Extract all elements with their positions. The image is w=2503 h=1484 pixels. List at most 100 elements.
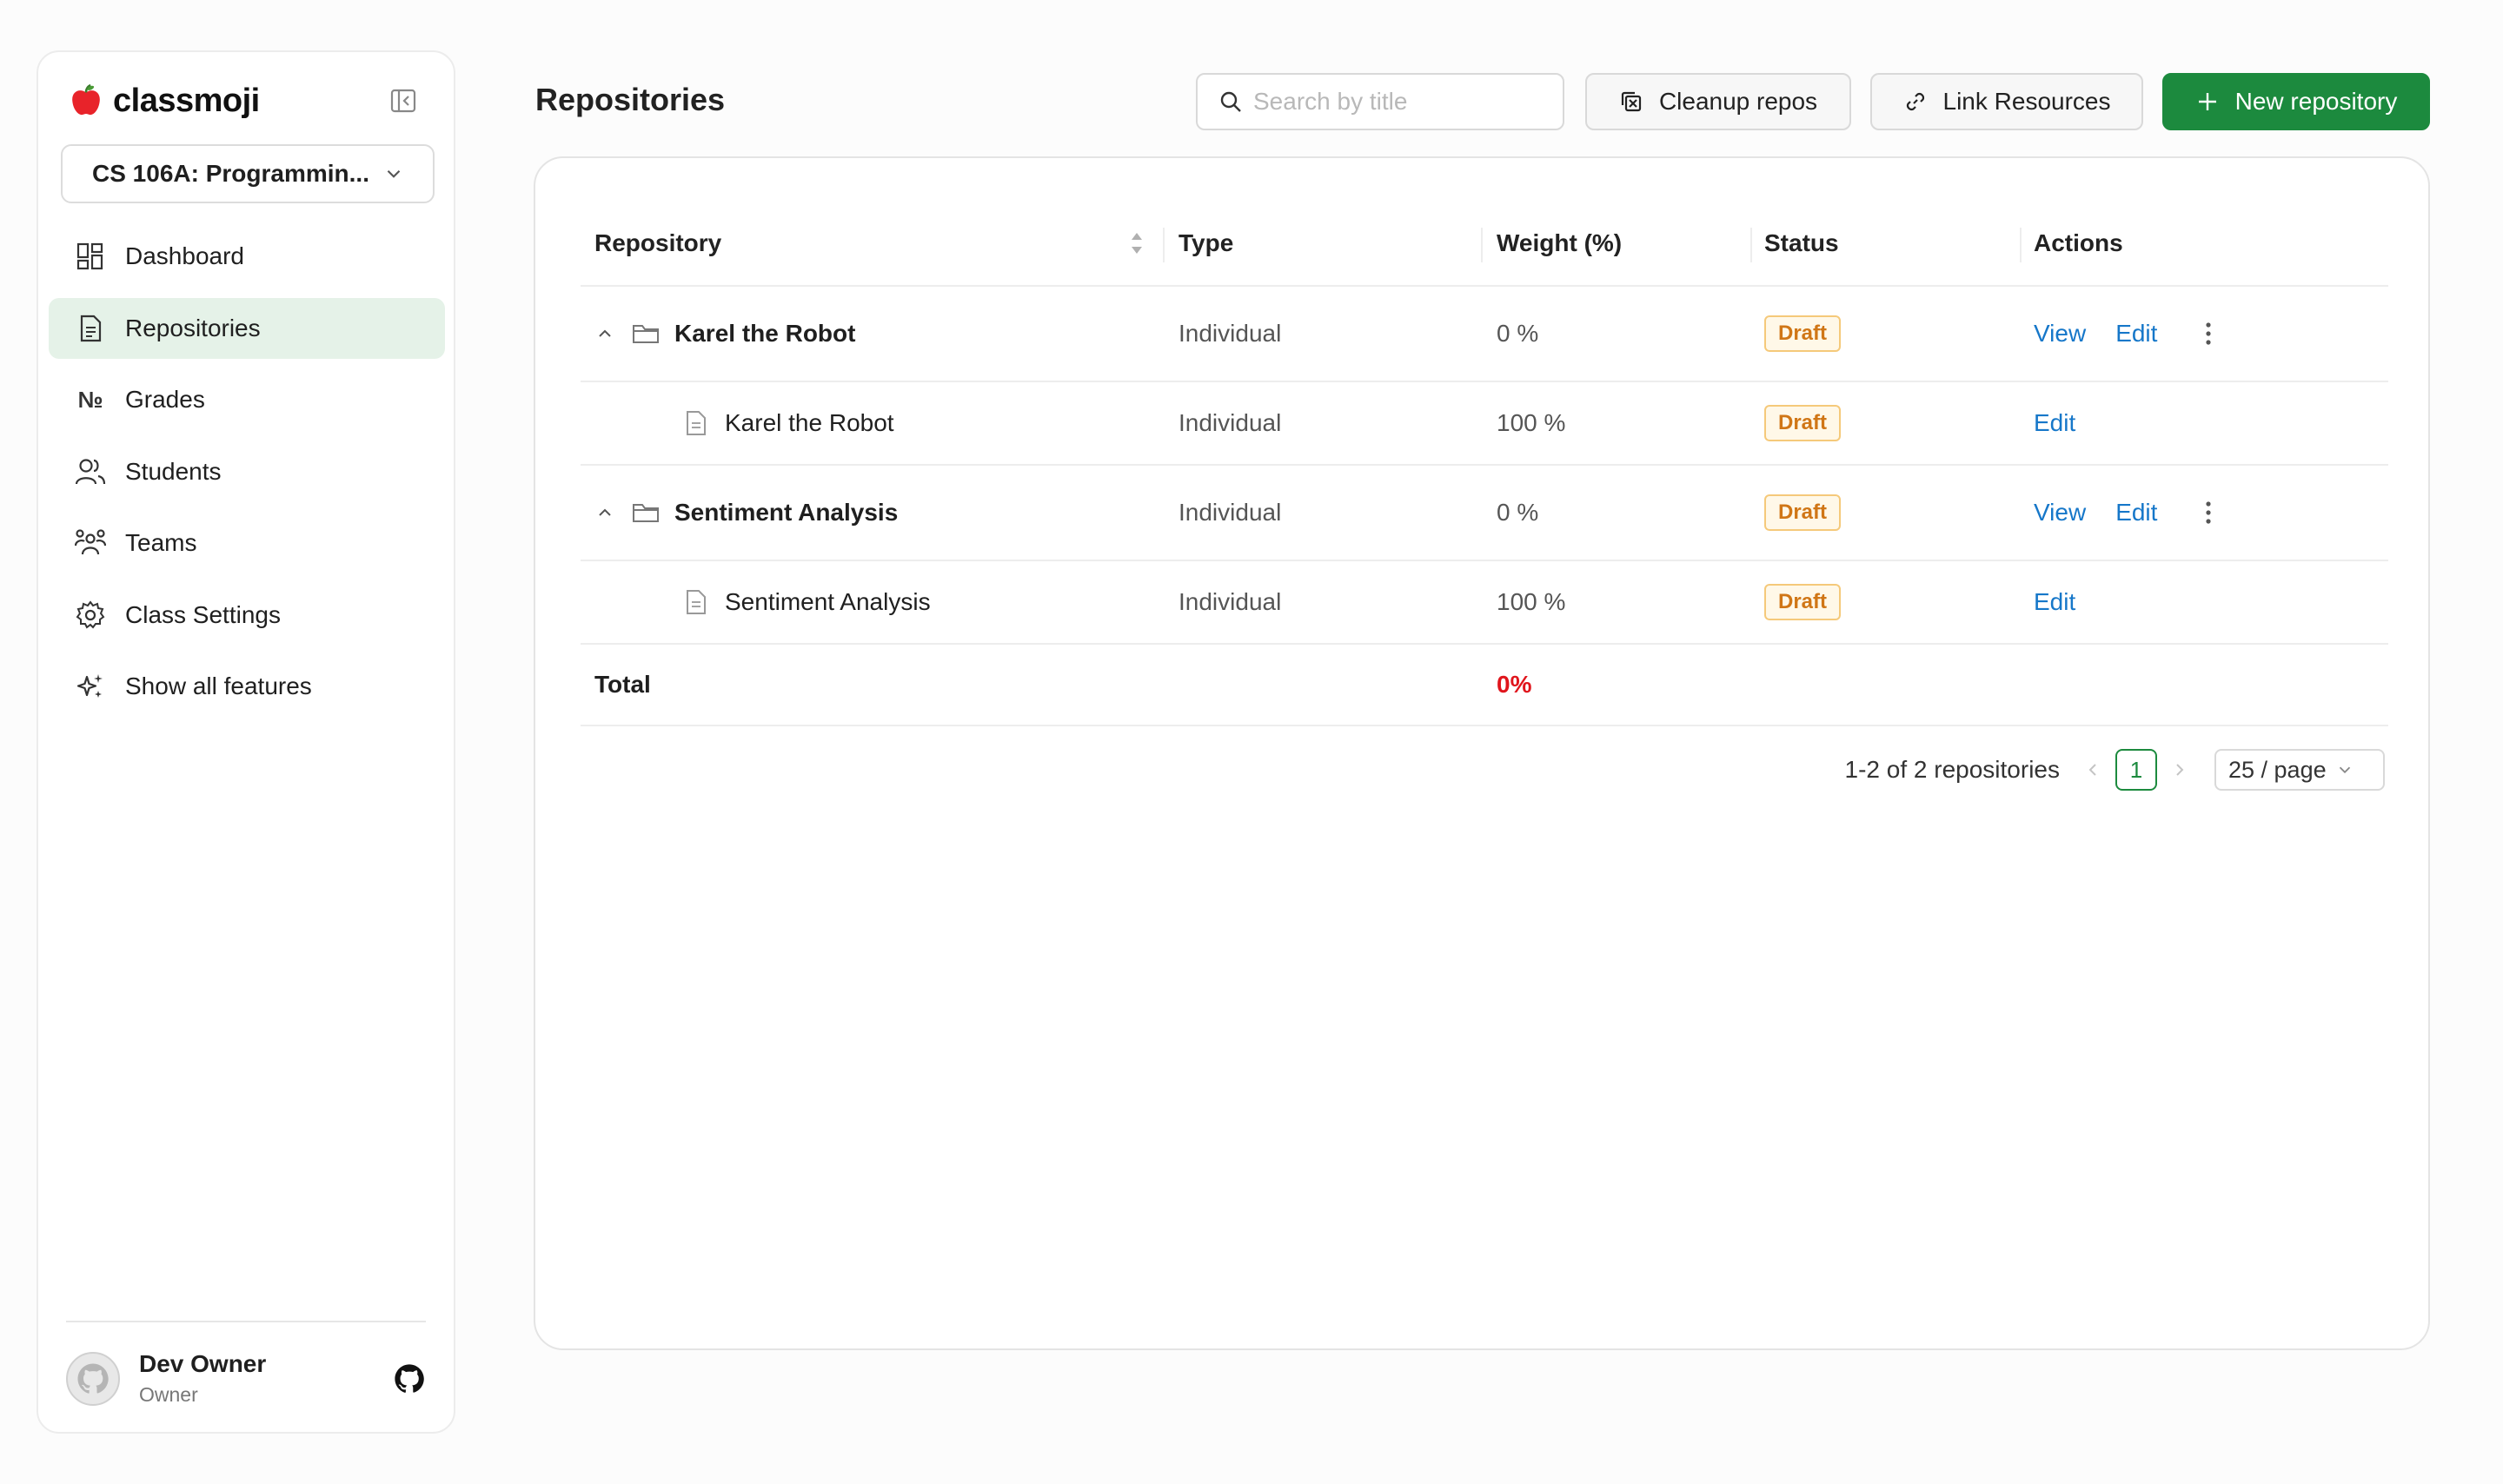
table-row: Karel the Robot Individual 100 % Draft E…	[581, 382, 2388, 466]
repository-cell: Sentiment Analysis	[594, 561, 1159, 643]
collapse-sidebar-icon[interactable]	[388, 85, 419, 116]
chevron-up-icon[interactable]	[594, 323, 615, 344]
folder-icon	[633, 504, 659, 522]
page-number-button[interactable]: 1	[2115, 749, 2157, 791]
edit-link[interactable]: Edit	[2115, 320, 2157, 348]
type-cell: Individual	[1178, 499, 1282, 526]
new-repository-label: New repository	[2234, 88, 2398, 115]
sort-icon[interactable]	[1126, 228, 1147, 259]
sidebar-item-grades[interactable]: № Grades	[49, 369, 445, 430]
table-row: Sentiment Analysis Individual 100 % Draf…	[581, 561, 2388, 645]
github-icon[interactable]	[393, 1362, 426, 1395]
actions-cell: Edit	[2034, 561, 2373, 643]
type-cell: Individual	[1178, 320, 1282, 347]
weight-cell: 100 %	[1497, 409, 1566, 436]
pagination-summary: 1-2 of 2 repositories	[1844, 756, 2060, 783]
sidebar-item-show-all-features[interactable]: Show all features	[49, 656, 445, 717]
file-icon	[687, 590, 706, 614]
numero-icon: №	[77, 386, 103, 413]
sidebar-nav: Dashboard Repositories № Grades Students…	[49, 226, 445, 728]
sidebar: classmoji CS 106A: Programmin... Dashboa…	[37, 50, 455, 1434]
column-header-repository[interactable]: Repository	[594, 202, 1159, 285]
total-value: 0%	[1497, 671, 1532, 698]
search-box[interactable]	[1196, 73, 1564, 130]
status-badge: Draft	[1764, 584, 1842, 620]
repositories-table: Repository Type Weight (%) Status Action…	[581, 202, 2388, 726]
repository-name: Karel the Robot	[725, 409, 894, 436]
column-header-actions: Actions	[2034, 229, 2123, 256]
team-icon	[75, 527, 106, 559]
pagination: 1-2 of 2 repositories 1 25 / page	[1845, 749, 2385, 791]
file-icon	[687, 411, 706, 435]
repositories-card: Repository Type Weight (%) Status Action…	[534, 156, 2430, 1350]
class-selector[interactable]: CS 106A: Programmin...	[61, 144, 435, 203]
sidebar-item-label: Grades	[125, 386, 205, 413]
more-options-icon[interactable]	[2204, 500, 2213, 526]
view-link[interactable]: View	[2034, 499, 2086, 527]
folder-icon	[633, 325, 659, 343]
link-resources-button[interactable]: Link Resources	[1870, 73, 2143, 130]
sidebar-item-dashboard[interactable]: Dashboard	[49, 226, 445, 287]
users-icon	[75, 456, 106, 487]
repository-cell: Karel the Robot	[594, 287, 1159, 381]
column-divider	[1750, 228, 1752, 262]
type-cell: Individual	[1178, 588, 1282, 615]
repository-cell: Karel the Robot	[594, 382, 1159, 464]
column-divider	[1481, 228, 1483, 262]
actions-cell: Edit	[2034, 382, 2373, 464]
avatar[interactable]	[66, 1352, 120, 1406]
sidebar-item-repositories[interactable]: Repositories	[49, 297, 445, 359]
page-size-select[interactable]: 25 / page	[2214, 749, 2385, 791]
status-cell: Draft	[1764, 382, 2016, 464]
link-resources-label: Link Resources	[1942, 88, 2111, 115]
status-badge: Draft	[1764, 494, 1842, 531]
type-cell: Individual	[1178, 409, 1282, 436]
total-label: Total	[594, 671, 651, 698]
sidebar-item-label: Students	[125, 457, 222, 485]
user-role: Owner	[139, 1383, 198, 1406]
new-repository-button[interactable]: New repository	[2162, 73, 2430, 130]
table-header: Repository Type Weight (%) Status Action…	[581, 202, 2388, 287]
cleanup-icon	[1619, 89, 1643, 114]
user-footer: Dev Owner Owner	[66, 1321, 426, 1432]
sidebar-item-label: Dashboard	[125, 242, 244, 269]
sidebar-item-teams[interactable]: Teams	[49, 513, 445, 573]
user-name: Dev Owner	[139, 1350, 267, 1377]
class-selector-value: CS 106A: Programmin...	[92, 160, 368, 187]
sparkles-icon	[75, 671, 106, 702]
sidebar-item-label: Repositories	[125, 314, 261, 341]
column-divider	[2020, 228, 2022, 262]
status-cell: Draft	[1764, 287, 2016, 381]
table-row: Karel the Robot Individual 0 % Draft Vie…	[581, 287, 2388, 382]
status-badge: Draft	[1764, 405, 1842, 441]
sidebar-item-label: Class Settings	[125, 600, 281, 628]
chevron-up-icon[interactable]	[594, 502, 615, 523]
view-link[interactable]: View	[2034, 320, 2086, 348]
link-icon	[1903, 89, 1928, 114]
total-row: Total 0%	[581, 645, 2388, 726]
more-options-icon[interactable]	[2204, 321, 2213, 347]
search-input[interactable]	[1253, 88, 1549, 116]
cleanup-repos-button[interactable]: Cleanup repos	[1585, 73, 1851, 130]
sidebar-item-label: Show all features	[125, 672, 312, 699]
edit-link[interactable]: Edit	[2115, 499, 2157, 527]
status-badge: Draft	[1764, 315, 1842, 352]
app-name: classmoji	[113, 82, 260, 119]
weight-cell: 0 %	[1497, 499, 1539, 526]
repository-name: Karel the Robot	[674, 320, 856, 347]
search-icon	[1220, 91, 1241, 112]
edit-link[interactable]: Edit	[2034, 409, 2075, 437]
repository-name: Sentiment Analysis	[674, 499, 899, 526]
page-size-value: 25 / page	[2228, 756, 2327, 783]
apple-logo-icon	[72, 83, 100, 116]
chevron-right-icon[interactable]	[2169, 759, 2190, 780]
table-row: Sentiment Analysis Individual 0 % Draft …	[581, 466, 2388, 561]
column-divider	[1163, 228, 1165, 262]
sidebar-item-students[interactable]: Students	[49, 441, 445, 502]
column-header-weight: Weight (%)	[1497, 229, 1623, 256]
dashboard-icon	[75, 241, 106, 272]
gear-icon	[75, 600, 106, 631]
chevron-left-icon[interactable]	[2082, 759, 2103, 780]
sidebar-item-class-settings[interactable]: Class Settings	[49, 585, 445, 646]
edit-link[interactable]: Edit	[2034, 588, 2075, 616]
